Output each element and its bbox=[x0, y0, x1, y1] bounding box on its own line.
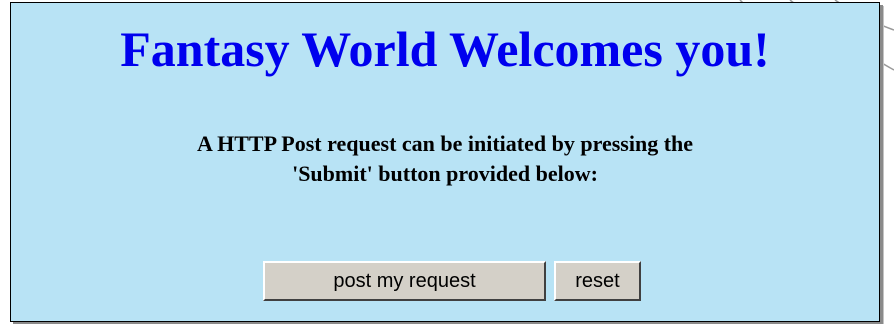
post-request-form: post my request reset bbox=[11, 261, 879, 301]
welcome-panel: Fantasy World Welcomes you! A HTTP Post … bbox=[10, 2, 880, 322]
post-my-request-button[interactable]: post my request bbox=[263, 261, 546, 301]
instruction-line-1: A HTTP Post request can be initiated by … bbox=[196, 131, 694, 156]
instruction-line-2: 'Submit' button provided below: bbox=[292, 161, 598, 186]
instruction-text: A HTTP Post request can be initiated by … bbox=[11, 129, 879, 189]
page-title: Fantasy World Welcomes you! bbox=[120, 21, 770, 77]
reset-button[interactable]: reset bbox=[554, 261, 641, 301]
